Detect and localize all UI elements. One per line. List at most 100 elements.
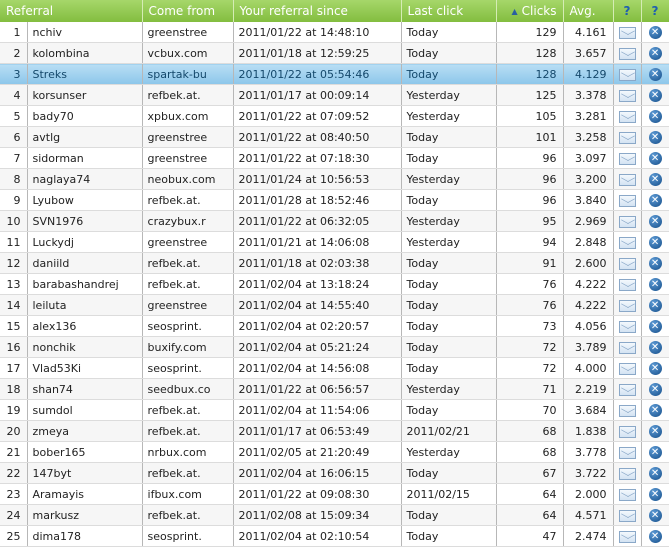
table-row[interactable]: 11 Luckydj greenstree 2011/01/21 at 14:06:0… [0, 231, 669, 253]
referral-since: 2011/01/22 at 14:48:10 [233, 22, 402, 43]
mail-icon[interactable] [618, 110, 636, 123]
header-referral[interactable]: Referral [0, 0, 143, 22]
close-icon[interactable]: ✕ [648, 445, 662, 459]
mail-icon[interactable] [618, 194, 636, 207]
message-cell [613, 336, 642, 358]
table-row[interactable]: 5 bady70 xpbux.com 2011/01/22 at 07:09:52 Ye… [0, 105, 669, 127]
mail-icon[interactable] [618, 383, 636, 396]
mail-icon[interactable] [618, 467, 636, 480]
come-from: vcbux.com [142, 42, 234, 64]
close-icon[interactable]: ✕ [648, 529, 662, 543]
close-icon[interactable]: ✕ [648, 235, 662, 249]
last-click: Yesterday [401, 378, 497, 400]
referral-since: 2011/01/21 at 14:06:08 [233, 231, 402, 253]
avg-value: 3.378 [563, 84, 614, 106]
referral-since: 2011/02/04 at 02:10:54 [233, 525, 402, 547]
mail-icon[interactable] [618, 215, 636, 228]
table-row[interactable]: 4 korsunser refbek.at. 2011/01/17 at 00:09:… [0, 84, 669, 106]
table-row[interactable]: 23 Aramayis ifbux.com 2011/01/22 at 09:08:3… [0, 483, 669, 505]
mail-icon[interactable] [618, 425, 636, 438]
row-number: 8 [0, 168, 28, 190]
header-avg[interactable]: Avg. [563, 0, 614, 22]
mail-icon[interactable] [618, 257, 636, 270]
table-row[interactable]: 12 daniild refbek.at. 2011/01/18 at 02:03:3… [0, 252, 669, 274]
close-icon[interactable]: ✕ [648, 67, 662, 81]
table-row[interactable]: 15 alex136 seosprint. 2011/02/04 at 02:20:5… [0, 315, 669, 337]
close-icon[interactable]: ✕ [648, 256, 662, 270]
table-row[interactable]: 2 kolombina vcbux.com 2011/01/18 at 12:59:2… [0, 42, 669, 64]
table-row[interactable]: 1 nchiv greenstree 2011/01/22 at 14:48:10 To… [0, 22, 669, 43]
close-icon[interactable]: ✕ [648, 25, 662, 39]
mail-icon[interactable] [618, 26, 636, 39]
close-icon[interactable]: ✕ [648, 46, 662, 60]
mail-icon[interactable] [618, 530, 636, 543]
close-icon[interactable]: ✕ [648, 403, 662, 417]
close-icon[interactable]: ✕ [648, 151, 662, 165]
table-row[interactable]: 6 avtlg greenstree 2011/01/22 at 08:40:50 To… [0, 126, 669, 148]
close-icon[interactable]: ✕ [648, 298, 662, 312]
table-row[interactable]: 8 naglaya74 neobux.com 2011/01/24 at 10:56:… [0, 168, 669, 190]
mail-icon[interactable] [618, 404, 636, 417]
row-number: 15 [0, 315, 28, 337]
referral-since: 2011/01/24 at 10:56:53 [233, 168, 402, 190]
table-row[interactable]: 19 sumdol refbek.at. 2011/02/04 at 11:54:06… [0, 399, 669, 421]
mail-icon[interactable] [618, 68, 636, 81]
mail-icon[interactable] [618, 47, 636, 60]
table-row[interactable]: 24 markusz refbek.at. 2011/02/08 at 15:09:3… [0, 504, 669, 526]
close-icon[interactable]: ✕ [648, 340, 662, 354]
table-row[interactable]: 13 barabashandrej refbek.at. 2011/02/04 at … [0, 273, 669, 295]
close-icon[interactable]: ✕ [648, 466, 662, 480]
help-icon[interactable]: ? [613, 0, 642, 22]
mail-icon[interactable] [618, 341, 636, 354]
close-icon[interactable]: ✕ [648, 361, 662, 375]
close-icon[interactable]: ✕ [648, 88, 662, 102]
table-row[interactable]: 10 SVN1976 crazybux.r 2011/01/22 at 06:32:0… [0, 210, 669, 232]
table-row[interactable]: 7 sidorman greenstree 2011/01/22 at 07:18:3… [0, 147, 669, 169]
table-row[interactable]: 3 Streks spartak-bu 2011/01/22 at 05:54:46 T… [0, 63, 669, 85]
mail-icon[interactable] [618, 236, 636, 249]
clicks-count: 129 [496, 22, 564, 43]
header-clicks[interactable]: ▲ Clicks [496, 0, 564, 22]
table-row[interactable]: 20 zmeya refbek.at. 2011/01/17 at 06:53:49 2… [0, 420, 669, 442]
referral-since: 2011/01/28 at 18:52:46 [233, 189, 402, 211]
mail-icon[interactable] [618, 131, 636, 144]
mail-icon[interactable] [618, 89, 636, 102]
header-come-from[interactable]: Come from [142, 0, 234, 22]
mail-icon[interactable] [618, 299, 636, 312]
close-icon[interactable]: ✕ [648, 277, 662, 291]
mail-icon[interactable] [618, 509, 636, 522]
mail-icon[interactable] [618, 488, 636, 501]
table-row[interactable]: 16 nonchik buxify.com 2011/02/04 at 05:21:2… [0, 336, 669, 358]
close-icon[interactable]: ✕ [648, 319, 662, 333]
table-row[interactable]: 14 leiluta greenstree 2011/02/04 at 14:55:4… [0, 294, 669, 316]
header-clicks-label: Clicks [521, 4, 557, 18]
table-row[interactable]: 25 dima178 seosprint. 2011/02/04 at 02:10:5… [0, 525, 669, 547]
close-icon[interactable]: ✕ [648, 193, 662, 207]
close-icon[interactable]: ✕ [648, 382, 662, 396]
table-row[interactable]: 21 bober165 nrbux.com 2011/02/05 at 21:20:4… [0, 441, 669, 463]
close-icon[interactable]: ✕ [648, 487, 662, 501]
mail-icon[interactable] [618, 152, 636, 165]
close-icon[interactable]: ✕ [648, 172, 662, 186]
last-click: Today [401, 147, 497, 169]
help-icon[interactable]: ? [641, 0, 669, 22]
mail-icon[interactable] [618, 446, 636, 459]
header-last-click[interactable]: Last click [401, 0, 497, 22]
clicks-count: 96 [496, 168, 564, 190]
table-row[interactable]: 17 Vlad53Ki seosprint. 2011/02/04 at 14:56:… [0, 357, 669, 379]
mail-icon[interactable] [618, 320, 636, 333]
close-icon[interactable]: ✕ [648, 130, 662, 144]
row-number: 23 [0, 483, 28, 505]
close-icon[interactable]: ✕ [648, 508, 662, 522]
header-referral-since[interactable]: Your referral since [233, 0, 402, 22]
table-header: Referral Come from Your referral since L… [0, 0, 669, 22]
mail-icon[interactable] [618, 278, 636, 291]
mail-icon[interactable] [618, 362, 636, 375]
table-row[interactable]: 9 Lyubow refbek.at. 2011/01/28 at 18:52:46 T… [0, 189, 669, 211]
table-row[interactable]: 22 147byt refbek.at. 2011/02/04 at 16:06:15… [0, 462, 669, 484]
close-icon[interactable]: ✕ [648, 424, 662, 438]
mail-icon[interactable] [618, 173, 636, 186]
close-icon[interactable]: ✕ [648, 109, 662, 123]
table-row[interactable]: 18 shan74 seedbux.co 2011/01/22 at 06:56:57… [0, 378, 669, 400]
close-icon[interactable]: ✕ [648, 214, 662, 228]
